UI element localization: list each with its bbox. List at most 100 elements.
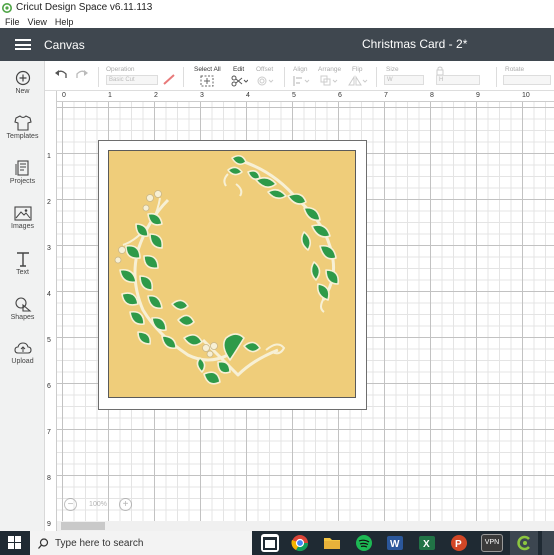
file-explorer-icon[interactable]: [323, 534, 341, 552]
ruler-number: 6: [47, 383, 51, 390]
zoom-control: − 100% +: [64, 496, 132, 512]
sidebar-item-label: Text: [16, 269, 29, 276]
hamburger-menu-icon[interactable]: [15, 39, 31, 50]
chrome-icon[interactable]: [291, 534, 309, 552]
height-field-label: H: [439, 77, 444, 83]
sidebar-item-upload[interactable]: Upload: [0, 341, 45, 365]
ruler-number: 1: [47, 153, 51, 160]
select-all-icon[interactable]: [200, 75, 214, 87]
edit-toolbar: Operation Basic Cut Select All Edit Offs…: [0, 61, 554, 91]
windows-taskbar: Type here to search W X P VPN: [0, 531, 554, 555]
ruler-number: 3: [200, 92, 204, 99]
ruler-number: 5: [47, 337, 51, 344]
ruler-number: 8: [47, 475, 51, 482]
holly-wreath-design[interactable]: [108, 150, 356, 398]
flip-icon[interactable]: [348, 75, 368, 87]
shapes-icon: [14, 297, 31, 312]
operation-label: Operation: [106, 66, 135, 73]
sidebar-item-label: Shapes: [10, 314, 35, 321]
zoom-out-button[interactable]: −: [64, 497, 77, 511]
width-field[interactable]: W: [384, 75, 424, 85]
project-title: Christmas Card - 2*: [362, 37, 468, 51]
plus-circle-icon: [15, 70, 30, 86]
left-sidebar: New Templates Projects Images Text Shape…: [0, 61, 45, 531]
redo-icon[interactable]: [75, 68, 89, 80]
cricut-taskbar-icon[interactable]: [515, 534, 533, 552]
tshirt-icon: [13, 115, 32, 131]
svg-text:X: X: [423, 539, 430, 550]
ruler-number: 9: [476, 92, 480, 99]
height-field[interactable]: H: [436, 75, 480, 85]
sidebar-item-label: Projects: [9, 178, 36, 185]
menu-bar: File View Help: [0, 15, 554, 28]
cricut-logo-icon: [2, 2, 12, 13]
scissors-icon[interactable]: [230, 75, 248, 87]
ruler-number: 3: [47, 245, 51, 252]
linetype-pen-icon[interactable]: [162, 73, 176, 85]
sidebar-item-shapes[interactable]: Shapes: [0, 296, 45, 321]
svg-text:W: W: [390, 539, 400, 550]
undo-icon[interactable]: [54, 68, 68, 80]
rotate-label: Rotate: [505, 66, 525, 73]
flip-label: Flip: [352, 66, 363, 73]
ruler-number: 6: [338, 92, 342, 99]
horizontal-scrollbar[interactable]: [57, 521, 554, 531]
menu-help[interactable]: Help: [55, 17, 74, 27]
toolbar-divider: [284, 67, 285, 87]
projects-icon: [15, 160, 29, 176]
windows-start-icon[interactable]: [8, 536, 21, 549]
edit-label: Edit: [233, 66, 245, 73]
text-icon: [16, 252, 29, 267]
ruler-number: 5: [292, 92, 296, 99]
excel-icon[interactable]: X: [418, 534, 436, 552]
sidebar-item-label: Upload: [11, 358, 34, 365]
vpn-label: VPN: [484, 539, 500, 546]
sidebar-item-text[interactable]: Text: [0, 251, 45, 276]
window-title: Cricut Design Space v6.11.113: [16, 2, 153, 13]
lock-icon[interactable]: [436, 66, 444, 75]
spotify-icon[interactable]: [355, 534, 373, 552]
powerpoint-icon[interactable]: P: [450, 534, 468, 552]
word-icon[interactable]: W: [386, 534, 404, 552]
arrange-icon[interactable]: [320, 75, 338, 87]
sidebar-item-new[interactable]: New: [0, 70, 45, 95]
zoom-value: 100%: [89, 500, 107, 508]
select-all-label: Select All: [194, 66, 221, 73]
menu-view[interactable]: View: [28, 17, 47, 27]
operation-select[interactable]: Basic Cut: [106, 75, 158, 85]
ruler-number: 4: [47, 291, 51, 298]
offset-icon[interactable]: [256, 75, 274, 87]
search-icon: [38, 537, 49, 549]
vpn-app-icon[interactable]: VPN: [481, 534, 503, 552]
width-field-label: W: [387, 77, 393, 83]
sidebar-item-images[interactable]: Images: [0, 206, 45, 230]
offset-label: Offset: [256, 66, 274, 73]
ruler-number: 2: [47, 199, 51, 206]
ruler-vertical: 1 2 3 4 5 6 7 8 9: [45, 91, 57, 531]
size-label: Size: [386, 66, 399, 73]
align-label: Align: [293, 66, 308, 73]
search-placeholder: Type here to search: [55, 537, 144, 549]
sidebar-item-label: New: [15, 88, 30, 95]
ruler-number: 7: [47, 429, 51, 436]
sidebar-item-projects[interactable]: Projects: [0, 160, 45, 185]
align-icon[interactable]: [292, 75, 310, 87]
operation-value: Basic Cut: [109, 77, 135, 83]
app-header: Canvas Christmas Card - 2*: [0, 28, 554, 61]
taskbar-search-input[interactable]: Type here to search: [30, 531, 252, 555]
toolbar-divider: [98, 67, 99, 87]
toolbar-divider: [376, 67, 377, 87]
rotate-field[interactable]: [503, 75, 551, 85]
ruler-number: 2: [154, 92, 158, 99]
menu-file[interactable]: File: [5, 17, 20, 27]
zoom-in-button[interactable]: +: [119, 497, 132, 511]
ruler-number: 7: [384, 92, 388, 99]
sidebar-item-label: Templates: [6, 133, 39, 140]
scrollbar-thumb[interactable]: [61, 522, 105, 530]
sidebar-item-templates[interactable]: Templates: [0, 115, 45, 140]
toolbar-divider: [496, 67, 497, 87]
calendar-app-icon[interactable]: [261, 534, 279, 552]
image-icon: [13, 206, 32, 221]
ruler-number: 9: [47, 521, 51, 528]
show-desktop-area[interactable]: [542, 531, 554, 555]
